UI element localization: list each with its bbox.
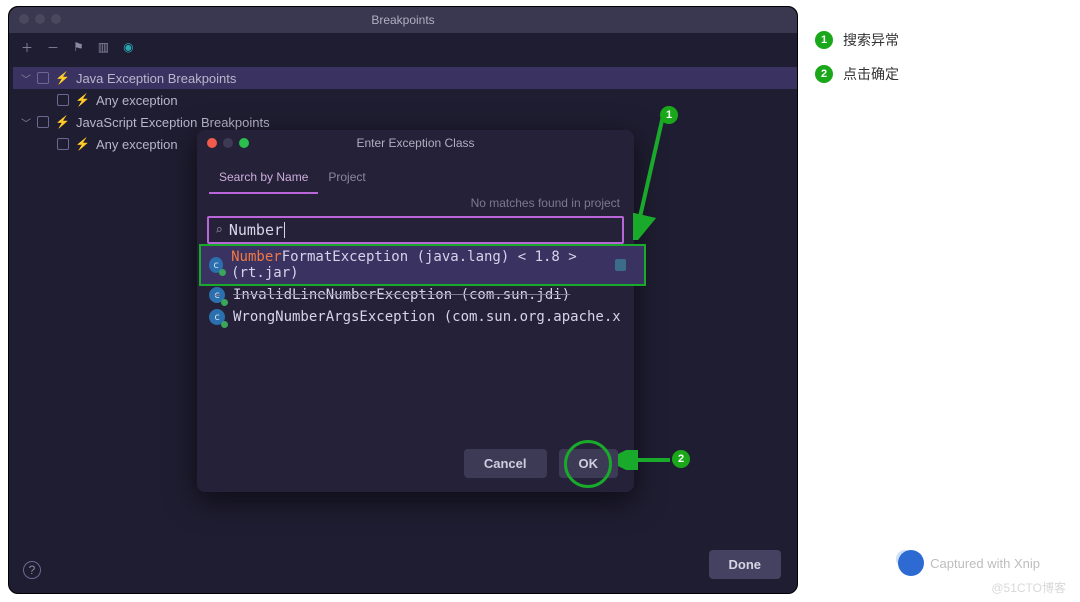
bolt-icon: ⚡ [55, 71, 70, 85]
checkbox[interactable] [57, 138, 69, 150]
note-text-2: 点击确定 [843, 64, 899, 84]
dialog-title: Enter Exception Class [356, 136, 474, 150]
no-matches-hint: No matches found in project [197, 194, 634, 210]
close-icon[interactable] [19, 14, 29, 24]
annotation-badge-1: 1 [660, 106, 678, 124]
results-list: c NumberFormatException (java.lang) < 1.… [205, 246, 626, 328]
toolbar: ＋ － ⚑ ▥ ◉ [9, 33, 797, 61]
result-row[interactable]: c InvalidLineNumberException (com.sun.jd… [205, 284, 626, 306]
bolt-icon: ⚡ [75, 137, 90, 151]
zoom-icon[interactable] [239, 138, 249, 148]
minimize-icon[interactable] [35, 14, 45, 24]
dialog-tabs: Search by Name Project [197, 156, 634, 194]
remove-icon[interactable]: － [47, 39, 59, 56]
annotation-notes: 1 搜索异常 2 点击确定 [815, 30, 1065, 98]
checkbox[interactable] [37, 72, 49, 84]
tree-label: Any exception [96, 93, 178, 108]
breakpoints-window: Breakpoints ＋ － ⚑ ▥ ◉ ﹀ ⚡ Java Exception… [8, 6, 798, 594]
result-match: Number [231, 249, 282, 265]
result-rest: InvalidLineNumberException (com.sun.jdi) [233, 287, 570, 303]
result-rest: WrongNumberArgsException (com.sun.org.ap… [233, 309, 621, 325]
bolt-icon: ⚡ [75, 93, 90, 107]
cancel-button[interactable]: Cancel [464, 449, 547, 478]
checkbox[interactable] [57, 94, 69, 106]
note-text-1: 搜索异常 [843, 30, 899, 50]
note-row-2: 2 点击确定 [815, 64, 1065, 84]
enter-exception-dialog: Enter Exception Class Search by Name Pro… [197, 130, 634, 492]
group-icon[interactable]: ▥ [98, 40, 109, 54]
jar-icon [615, 259, 626, 271]
note-badge-1: 1 [815, 31, 833, 49]
annotation-badge-2: 2 [672, 450, 690, 468]
help-button[interactable]: ? [23, 561, 41, 579]
window-title: Breakpoints [371, 13, 434, 27]
tab-search-by-name[interactable]: Search by Name [209, 164, 318, 194]
zoom-icon[interactable] [51, 14, 61, 24]
wechat-icon [898, 550, 924, 576]
minimize-icon[interactable] [223, 138, 233, 148]
tree-label: Any exception [96, 137, 178, 152]
close-icon[interactable] [207, 138, 217, 148]
search-icon: ⌕ [215, 223, 223, 238]
class-icon: c [209, 257, 223, 273]
checkbox[interactable] [37, 116, 49, 128]
class-icon: c [209, 287, 225, 303]
watermark-text: Captured with Xnip [930, 556, 1040, 571]
footer-watermark: @51CTO博客 [991, 579, 1066, 596]
tree-label: Java Exception Breakpoints [76, 71, 236, 86]
chevron-down-icon[interactable]: ﹀ [21, 71, 31, 86]
dialog-titlebar: Enter Exception Class [197, 130, 634, 156]
ok-label: OK [579, 456, 599, 471]
dialog-traffic-lights[interactable] [207, 138, 249, 148]
text-caret [284, 222, 285, 238]
tree-row-any-exception-java[interactable]: ⚡ Any exception [13, 89, 797, 111]
search-value: Number [229, 221, 283, 239]
add-icon[interactable]: ＋ [21, 39, 33, 56]
view-icon[interactable]: ◉ [123, 40, 133, 54]
flag-icon[interactable]: ⚑ [73, 40, 84, 54]
tab-project[interactable]: Project [318, 164, 375, 194]
tree-row-java-exception[interactable]: ﹀ ⚡ Java Exception Breakpoints [13, 67, 797, 89]
tree-label: JavaScript Exception Breakpoints [76, 115, 270, 130]
window-traffic-lights[interactable] [19, 14, 61, 24]
ok-button[interactable]: OK [559, 449, 619, 478]
result-rest: FormatException (java.lang) < 1.8 > (rt.… [231, 249, 577, 281]
result-row[interactable]: c WrongNumberArgsException (com.sun.org.… [205, 306, 626, 328]
done-button[interactable]: Done [709, 550, 782, 579]
dialog-buttons: Cancel OK [464, 449, 618, 478]
chevron-down-icon[interactable]: ﹀ [21, 115, 31, 130]
capture-watermark: Captured with Xnip [898, 550, 1040, 576]
search-input[interactable]: ⌕ Number [207, 216, 624, 244]
window-titlebar: Breakpoints [9, 7, 797, 33]
bolt-icon: ⚡ [55, 115, 70, 129]
note-badge-2: 2 [815, 65, 833, 83]
class-icon: c [209, 309, 225, 325]
result-row-selected[interactable]: c NumberFormatException (java.lang) < 1.… [201, 246, 644, 284]
note-row-1: 1 搜索异常 [815, 30, 1065, 50]
